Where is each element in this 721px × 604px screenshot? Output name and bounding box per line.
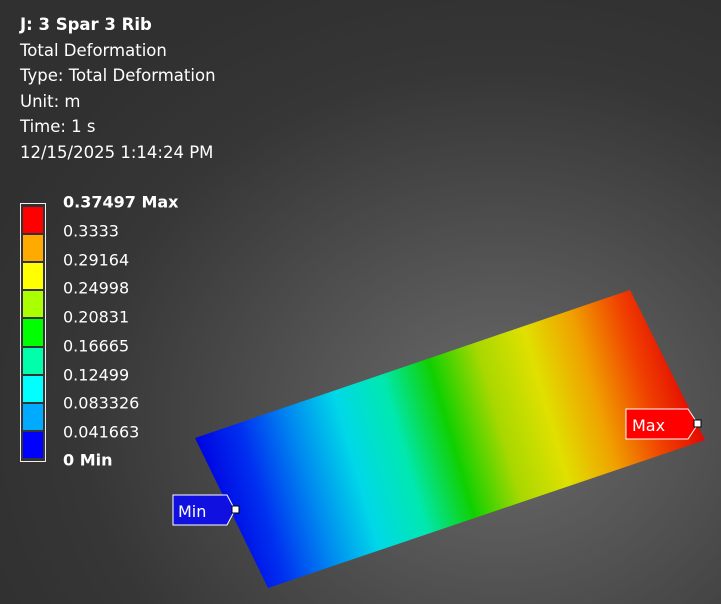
max-probe[interactable]: Max	[625, 408, 702, 440]
model-viewport[interactable]: Max Min	[0, 0, 721, 604]
max-probe-label: Max	[632, 416, 665, 435]
min-probe-label: Min	[178, 502, 206, 521]
min-probe-marker	[231, 505, 240, 514]
max-probe-marker	[693, 419, 702, 428]
min-probe[interactable]: Min	[172, 494, 240, 526]
